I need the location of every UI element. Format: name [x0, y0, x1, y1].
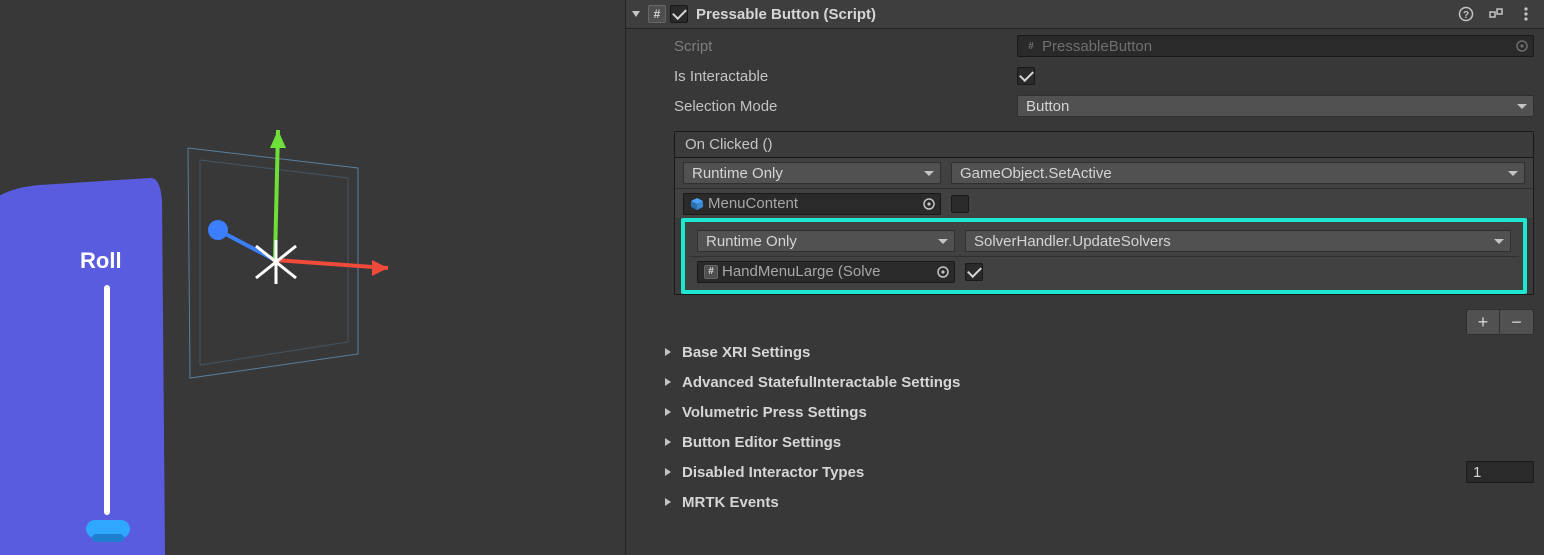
- script-icon: #: [704, 265, 718, 279]
- chevron-down-icon: [1517, 104, 1527, 109]
- mrtk-events-foldout[interactable]: MRTK Events: [626, 487, 1544, 517]
- script-label: Script: [674, 38, 1009, 55]
- script-icon: #: [648, 5, 666, 23]
- bool-arg-checkbox[interactable]: [965, 263, 983, 281]
- bool-arg-checkbox[interactable]: [951, 195, 969, 213]
- script-object-field: # PressableButton: [1017, 35, 1534, 57]
- base-xri-foldout[interactable]: Base XRI Settings: [626, 337, 1544, 367]
- event-entry-0-row1: Runtime Only GameObject.SetActive: [675, 158, 1533, 188]
- chevron-down-icon: [938, 239, 948, 244]
- preset-icon[interactable]: [1488, 6, 1504, 22]
- chevron-right-icon: [660, 404, 676, 420]
- object-picker-icon[interactable]: [934, 263, 952, 281]
- event-entry-1-row2: # HandMenuLarge (Solve: [689, 256, 1519, 286]
- chevron-right-icon: [660, 434, 676, 450]
- inspector-panel: # Pressable Button (Script) ? Script # P…: [625, 0, 1544, 555]
- script-icon: #: [1024, 39, 1038, 53]
- event-target-field[interactable]: # HandMenuLarge (Solve: [697, 261, 955, 283]
- help-icon[interactable]: ?: [1458, 6, 1474, 22]
- kebab-menu-icon[interactable]: [1518, 6, 1534, 22]
- selection-mode-label: Selection Mode: [674, 98, 1009, 115]
- call-state-dropdown[interactable]: Runtime Only: [683, 162, 941, 184]
- is-interactable-label: Is Interactable: [674, 68, 1009, 85]
- function-dropdown[interactable]: SolverHandler.UpdateSolvers: [965, 230, 1511, 252]
- object-picker-icon[interactable]: [920, 195, 938, 213]
- call-state-dropdown[interactable]: Runtime Only: [697, 230, 955, 252]
- chevron-right-icon: [660, 374, 676, 390]
- gameobject-icon: [690, 197, 704, 211]
- object-picker-icon[interactable]: [1513, 37, 1531, 55]
- button-editor-foldout[interactable]: Button Editor Settings: [626, 427, 1544, 457]
- remove-event-button[interactable]: −: [1500, 309, 1534, 335]
- selection-mode-dropdown[interactable]: Button: [1017, 95, 1534, 117]
- panel-shape: [0, 178, 165, 555]
- disabled-interactor-foldout[interactable]: Disabled Interactor Types 1: [626, 457, 1544, 487]
- is-interactable-row: Is Interactable: [626, 61, 1544, 91]
- event-header: On Clicked (): [675, 132, 1533, 158]
- event-target-field[interactable]: MenuContent: [683, 193, 941, 215]
- selection-mode-row: Selection Mode Button: [626, 91, 1544, 121]
- component-header: # Pressable Button (Script) ?: [626, 0, 1544, 29]
- panel-roll-label: Roll: [80, 248, 122, 274]
- chevron-down-icon: [1508, 171, 1518, 176]
- event-entry-0-row2: MenuContent: [675, 188, 1533, 218]
- chevron-down-icon: [924, 171, 934, 176]
- event-list-controls: + −: [626, 305, 1544, 337]
- chevron-right-icon: [660, 344, 676, 360]
- svg-text:?: ?: [1463, 10, 1469, 21]
- slider-handle[interactable]: [86, 520, 130, 542]
- event-entry-1-row1: Runtime Only SolverHandler.UpdateSolvers: [689, 226, 1519, 256]
- component-foldout[interactable]: [628, 6, 644, 22]
- on-clicked-event: On Clicked () Runtime Only GameObject.Se…: [674, 131, 1534, 295]
- event-entry-highlight: Runtime Only SolverHandler.UpdateSolvers…: [681, 218, 1527, 294]
- chevron-down-icon: [1494, 239, 1504, 244]
- component-enable-checkbox[interactable]: [670, 5, 688, 23]
- chevron-right-icon: [660, 494, 676, 510]
- is-interactable-checkbox[interactable]: [1017, 67, 1035, 85]
- scene-viewport[interactable]: Roll: [0, 0, 625, 555]
- chevron-right-icon: [660, 464, 676, 480]
- disabled-interactor-count-field[interactable]: 1: [1466, 461, 1534, 483]
- script-row: Script # PressableButton: [626, 31, 1544, 61]
- function-dropdown[interactable]: GameObject.SetActive: [951, 162, 1525, 184]
- volumetric-press-foldout[interactable]: Volumetric Press Settings: [626, 397, 1544, 427]
- slider-track: [104, 285, 110, 515]
- add-event-button[interactable]: +: [1466, 309, 1500, 335]
- component-title: Pressable Button (Script): [696, 6, 1454, 23]
- advanced-statefulinteractable-foldout[interactable]: Advanced StatefulInteractable Settings: [626, 367, 1544, 397]
